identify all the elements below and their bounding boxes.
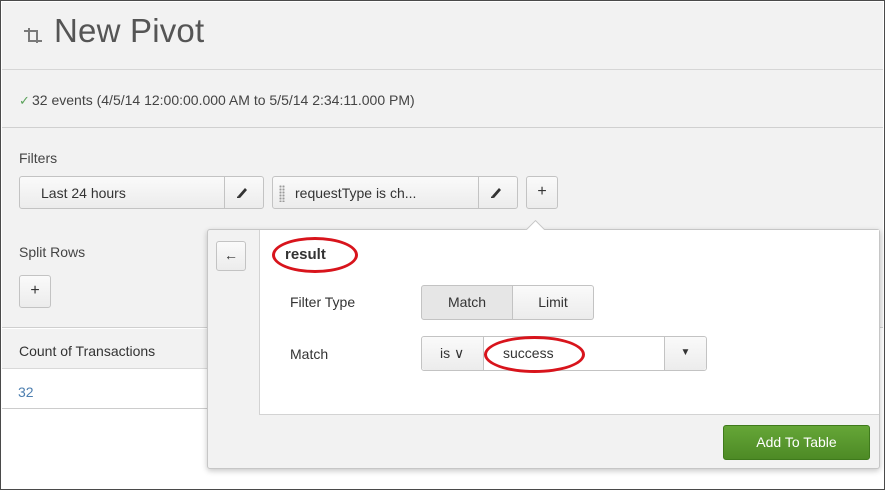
drag-handle-icon[interactable]: [279, 185, 285, 202]
pill-divider: [478, 177, 479, 208]
request-type-filter-pill[interactable]: requestType is ch...: [272, 176, 518, 209]
pencil-icon[interactable]: [235, 185, 249, 199]
table-cell: 32: [18, 384, 34, 400]
pill-divider: [224, 177, 225, 208]
add-filter-button[interactable]: +: [526, 176, 558, 209]
time-filter-label: Last 24 hours: [41, 185, 126, 201]
operator-select[interactable]: is ∨: [422, 337, 484, 370]
add-split-row-button[interactable]: +: [19, 275, 51, 308]
filters-label: Filters: [19, 150, 58, 166]
row-divider: [2, 408, 212, 409]
add-to-table-button[interactable]: Add To Table: [723, 425, 870, 460]
event-count-status: 32 events (4/5/14 12:00:00.000 AM to 5/5…: [32, 92, 415, 108]
status-bar: ✓ 32 events (4/5/14 12:00:00.000 AM to 5…: [2, 71, 883, 128]
back-button[interactable]: ←: [216, 241, 246, 271]
filter-type-limit-button[interactable]: Limit: [513, 285, 594, 320]
annotation-ellipse: [272, 237, 358, 273]
filter-type-match-button[interactable]: Match: [421, 285, 513, 320]
filter-type-label: Filter Type: [290, 294, 356, 310]
match-label: Match: [290, 346, 329, 362]
popover-arrow: [525, 218, 545, 230]
column-header[interactable]: Count of Transactions: [2, 329, 222, 369]
pivot-header: New Pivot ✓ 32 events (4/5/14 12:00:00.0…: [2, 2, 883, 128]
page-title: New Pivot: [54, 12, 205, 49]
request-filter-label: requestType is ch...: [295, 185, 417, 201]
check-icon: ✓: [19, 93, 30, 108]
caret-down-icon[interactable]: ▼: [664, 337, 706, 370]
time-filter-pill[interactable]: Last 24 hours: [19, 176, 264, 209]
pivot-icon: [24, 28, 42, 43]
annotation-ellipse: [484, 336, 585, 373]
app-frame: New Pivot ✓ 32 events (4/5/14 12:00:00.0…: [0, 0, 885, 490]
split-rows-label: Split Rows: [19, 244, 86, 260]
column-header-label: Count of Transactions: [19, 343, 156, 359]
title-bar: New Pivot: [2, 2, 883, 70]
pencil-icon[interactable]: [489, 185, 503, 199]
